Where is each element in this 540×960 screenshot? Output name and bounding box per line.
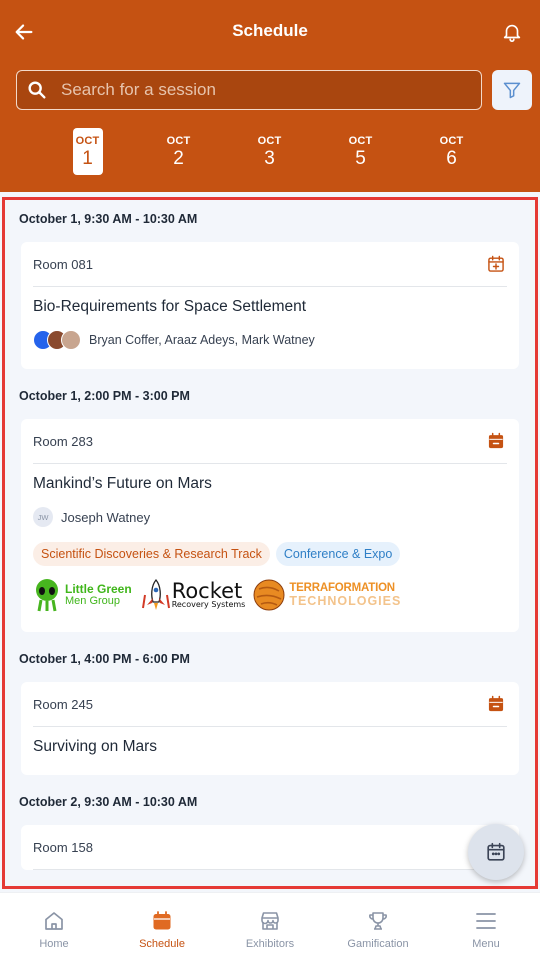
- calendar-icon: [153, 911, 171, 930]
- nav-label: Schedule: [139, 938, 185, 950]
- sponsor-name: Rocket Recovery Systems: [171, 578, 246, 609]
- add-to-calendar-button[interactable]: [485, 253, 507, 275]
- store-icon: [261, 912, 279, 930]
- date-day: 1: [82, 148, 93, 169]
- nav-label: Exhibitors: [245, 938, 295, 950]
- notifications-button[interactable]: [498, 18, 526, 46]
- sponsor-name: Little Green Men Group: [65, 582, 132, 607]
- time-slot-header: October 1, 2:00 PM - 3:00 PM: [19, 389, 190, 403]
- session-card-header: Room 081: [33, 242, 507, 287]
- speakers-row: Bryan Coffer, Araaz Adeys, Mark Watney: [33, 325, 507, 369]
- nav-menu[interactable]: Menu: [432, 893, 540, 960]
- filter-button[interactable]: [492, 70, 532, 110]
- speaker-names: Joseph Watney: [61, 509, 151, 525]
- sponsor-rocket-recovery[interactable]: Rocket Recovery Systems: [140, 578, 246, 612]
- home-icon: [45, 912, 63, 930]
- avatar: JW: [33, 507, 53, 527]
- session-card-header: Room 283: [33, 419, 507, 464]
- date-day: 6: [446, 148, 457, 169]
- nav-gamification[interactable]: Gamification: [324, 893, 432, 960]
- sponsors-row: Little Green Men Group Rocket Recovery Sys…: [33, 570, 507, 632]
- remove-from-calendar-button[interactable]: [485, 430, 507, 452]
- trophy-icon: [369, 912, 387, 930]
- calendar-icon: [487, 842, 505, 861]
- date-day: 3: [264, 148, 275, 169]
- date-month: OCT: [166, 135, 191, 147]
- bell-icon: [503, 24, 521, 42]
- nav-exhibitors[interactable]: Exhibitors: [216, 893, 324, 960]
- calendar-remove-icon: [488, 695, 504, 712]
- room-label: Room 081: [33, 256, 93, 272]
- event-tag[interactable]: Conference & Expo: [275, 542, 401, 566]
- date-day: 5: [355, 148, 366, 169]
- speaker-names: Bryan Coffer, Araaz Adeys, Mark Watney: [89, 333, 315, 347]
- nav-home[interactable]: Home: [0, 893, 108, 960]
- room-label: Room 283: [33, 433, 93, 449]
- session-card[interactable]: Room 283 Mankind’s Future on Mars JW Jos…: [21, 419, 519, 632]
- date-day: 2: [173, 148, 184, 169]
- search-bar: [16, 70, 482, 110]
- date-tab-oct-6[interactable]: OCT 6: [406, 128, 497, 176]
- search-input[interactable]: [57, 80, 481, 100]
- time-slot-header: October 1, 9:30 AM - 10:30 AM: [19, 212, 198, 226]
- session-card[interactable]: Room 158: [21, 825, 519, 870]
- session-title: Surviving on Mars: [33, 738, 158, 755]
- speakers-row: JW Joseph Watney: [33, 502, 507, 532]
- nav-label: Menu: [472, 938, 500, 950]
- nav-schedule[interactable]: Schedule: [108, 893, 216, 960]
- room-label: Room 158: [33, 839, 93, 855]
- nav-label: Home: [39, 938, 69, 950]
- sponsor-name: TERRAFORMATION TECHNOLOGIES: [289, 582, 402, 608]
- room-label: Room 245: [33, 696, 93, 712]
- bottom-navigation: Home Schedule Exhibitors Gamification Me…: [0, 892, 540, 960]
- alien-logo-icon: [36, 579, 58, 612]
- date-month: OCT: [439, 135, 464, 147]
- date-tab-oct-5[interactable]: OCT 5: [315, 128, 406, 176]
- speaker-avatars: [33, 330, 81, 350]
- session-list[interactable]: October 1, 9:30 AM - 10:30 AM Room 081 B…: [2, 197, 538, 889]
- session-title: Bio-Requirements for Space Settlement: [33, 298, 307, 315]
- remove-from-calendar-button[interactable]: [485, 693, 507, 715]
- sponsor-terraformation[interactable]: TERRAFORMATION TECHNOLOGIES: [253, 579, 401, 611]
- date-month: OCT: [257, 135, 282, 147]
- rocket-logo-icon: [141, 578, 170, 610]
- date-tab-oct-2[interactable]: OCT 2: [133, 128, 224, 176]
- session-card[interactable]: Room 245 Surviving on Mars: [21, 682, 519, 775]
- calendar-remove-icon: [488, 432, 504, 449]
- nav-label: Gamification: [347, 938, 409, 950]
- top-bar: Schedule: [0, 0, 540, 64]
- date-tab-oct-3[interactable]: OCT 3: [224, 128, 315, 176]
- page-title: Schedule: [232, 21, 308, 40]
- menu-icon: [476, 913, 496, 929]
- time-slot-header: October 1, 4:00 PM - 6:00 PM: [19, 652, 190, 666]
- track-tag[interactable]: Scientific Discoveries & Research Track: [33, 542, 270, 566]
- calendar-add-icon: [488, 255, 504, 272]
- date-month: OCT: [75, 135, 100, 147]
- session-card[interactable]: Room 081 Bio-Requirements for Space Sett…: [21, 242, 519, 369]
- avatar: [61, 330, 81, 350]
- date-selector: OCT 1 OCT 2 OCT 3 OCT 5 OCT 6: [42, 128, 497, 176]
- planet-logo-icon: [253, 579, 285, 611]
- date-tab-oct-1[interactable]: OCT 1: [42, 128, 133, 176]
- filter-icon: [503, 82, 521, 99]
- search-icon: [17, 70, 57, 110]
- header: Schedule OCT1 OCT2 OCT3 OCT5 OCT6: [0, 0, 540, 192]
- tags-row: Scientific Discoveries & Research Track …: [33, 542, 507, 566]
- calendar-fab-button[interactable]: [468, 824, 524, 880]
- session-card-header: Room 158: [33, 825, 507, 870]
- session-title: Mankind’s Future on Mars: [33, 475, 212, 492]
- date-month: OCT: [348, 135, 373, 147]
- sponsor-little-green-men[interactable]: Little Green Men Group: [33, 578, 132, 612]
- time-slot-header: October 2, 9:30 AM - 10:30 AM: [19, 795, 198, 809]
- session-card-header: Room 245: [33, 682, 507, 727]
